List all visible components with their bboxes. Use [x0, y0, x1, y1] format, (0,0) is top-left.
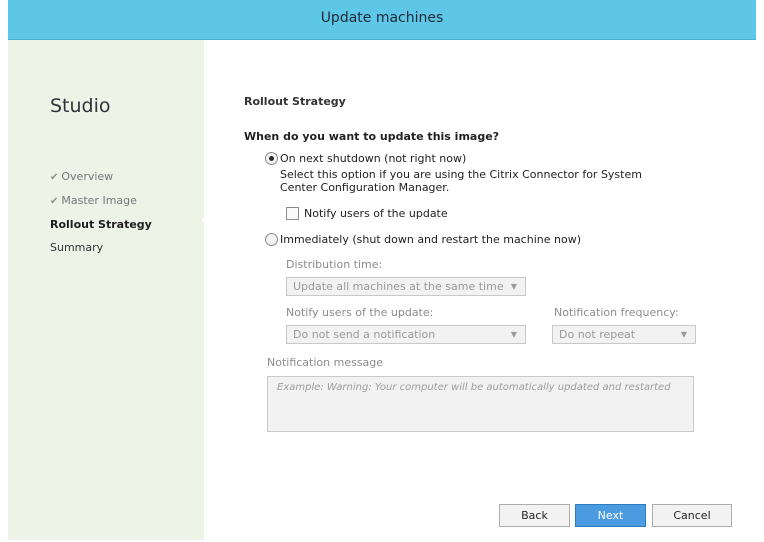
- notification-frequency-value: Do not repeat: [559, 328, 636, 341]
- notification-message-textarea[interactable]: Example: Warning: Your computer will be …: [267, 376, 694, 432]
- current-step-pointer: [202, 210, 210, 230]
- check-icon: ✔: [50, 172, 59, 183]
- step-rollout-strategy: Rollout Strategy: [50, 213, 152, 236]
- notification-frequency-label: Notification frequency:: [554, 306, 679, 319]
- wizard-steps: ✔ Overview ✔ Master Image Rollout Strategy…: [50, 165, 152, 259]
- next-shutdown-radio[interactable]: [265, 152, 278, 165]
- distribution-time-select[interactable]: Update all machines at the same time ▼: [286, 277, 526, 296]
- next-shutdown-label[interactable]: On next shutdown (not right now): [280, 152, 466, 165]
- notify-users-value: Do not send a notification: [293, 328, 436, 341]
- step-label: Summary: [50, 241, 104, 254]
- next-button[interactable]: Next: [575, 504, 646, 527]
- next-shutdown-description: Select this option if you are using the …: [280, 168, 642, 194]
- back-button[interactable]: Back: [499, 504, 570, 527]
- update-machines-window: Update machines Studio ✔ Overview ✔ Master…: [0, 0, 764, 542]
- notification-frequency-select[interactable]: Do not repeat ▼: [552, 325, 696, 344]
- step-label: Overview: [61, 170, 114, 183]
- step-summary: Summary: [50, 236, 152, 259]
- page-title: Rollout Strategy: [244, 95, 346, 108]
- chevron-down-icon: ▼: [680, 330, 687, 339]
- wizard-sidebar: Studio ✔ Overview ✔ Master Image Rollout S…: [8, 40, 204, 540]
- window-frame-right: [756, 0, 764, 542]
- notify-users-checkbox[interactable]: [286, 207, 299, 220]
- step-master-image: ✔ Master Image: [50, 189, 152, 213]
- distribution-time-label: Distribution time:: [286, 258, 383, 271]
- notify-users-label: Notify users of the update:: [286, 306, 434, 319]
- immediately-radio[interactable]: [265, 233, 278, 246]
- immediately-label[interactable]: Immediately (shut down and restart the m…: [280, 233, 581, 246]
- chevron-down-icon: ▼: [510, 330, 517, 339]
- radio-selected-dot: [269, 156, 274, 161]
- notify-users-select[interactable]: Do not send a notification ▼: [286, 325, 526, 344]
- studio-brand: Studio: [50, 95, 111, 117]
- step-label: Master Image: [61, 194, 137, 207]
- notification-message-label: Notification message: [267, 356, 384, 369]
- step-overview: ✔ Overview: [50, 165, 152, 189]
- title-bar[interactable]: Update machines: [8, 0, 756, 40]
- notify-users-checkbox-label[interactable]: Notify users of the update: [304, 207, 448, 220]
- update-timing-question: When do you want to update this image?: [244, 130, 500, 143]
- distribution-time-value: Update all machines at the same time: [293, 280, 504, 293]
- notification-message-placeholder: Example: Warning: Your computer will be …: [277, 382, 671, 393]
- chevron-down-icon: ▼: [510, 282, 517, 291]
- window-frame-left: [0, 0, 8, 542]
- step-label: Rollout Strategy: [50, 218, 152, 231]
- wizard-content: Rollout Strategy When do you want to upd…: [212, 40, 756, 540]
- window-title: Update machines: [320, 10, 444, 26]
- check-icon: ✔: [50, 196, 59, 207]
- cancel-button[interactable]: Cancel: [652, 504, 732, 527]
